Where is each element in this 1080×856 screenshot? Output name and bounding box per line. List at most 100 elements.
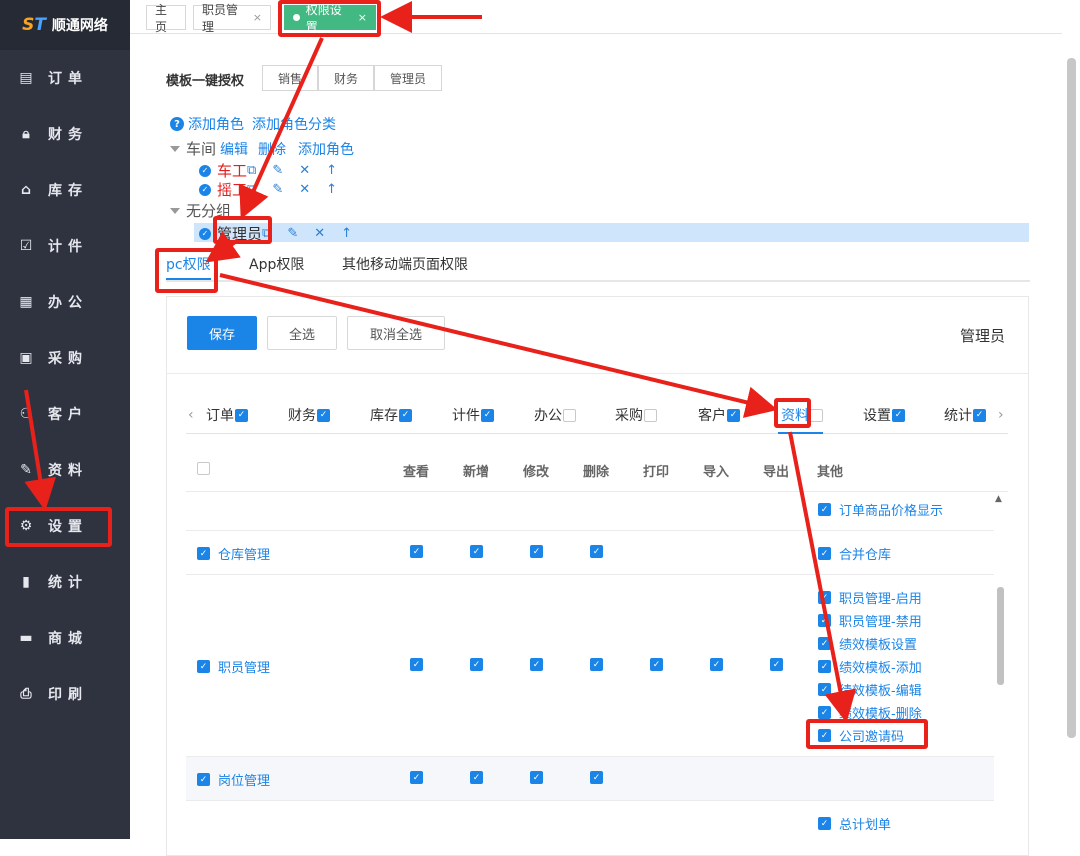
other-permission-checkbox[interactable]: ✓	[818, 660, 831, 673]
permission-checkbox[interactable]: ✓	[590, 545, 603, 558]
help-icon[interactable]: ?	[170, 117, 184, 131]
other-permission-checkbox[interactable]: ✓	[818, 706, 831, 719]
add-role-link[interactable]: 添加角色	[188, 114, 244, 134]
module-checkbox[interactable]: ✓	[481, 408, 494, 422]
module-tab-piecework[interactable]: 计件 ✓	[452, 405, 494, 425]
permission-checkbox[interactable]: ✓	[710, 658, 723, 671]
module-checkbox[interactable]	[644, 408, 657, 422]
chevron-right-icon[interactable]: ›	[998, 407, 1004, 423]
other-permission[interactable]: ✓ 绩效模板设置	[818, 634, 917, 653]
permission-checkbox[interactable]: ✓	[770, 658, 783, 671]
module-checkbox[interactable]: ✓	[892, 408, 905, 422]
sidebar-item-customer[interactable]: ⚇ 客户	[0, 394, 130, 434]
permission-checkbox[interactable]: ✓	[530, 545, 543, 558]
module-tab-inventory[interactable]: 库存 ✓	[370, 405, 412, 425]
add-role-category-link[interactable]: 添加角色分类	[252, 114, 336, 134]
module-tab-purchase[interactable]: 采购	[615, 405, 657, 425]
other-permission-checkbox[interactable]: ✓	[818, 547, 831, 560]
permission-checkbox[interactable]: ✓	[470, 658, 483, 671]
permission-checkbox[interactable]: ✓	[470, 771, 483, 784]
other-permission-checkbox[interactable]: ✓	[818, 817, 831, 830]
save-button[interactable]: 保存	[187, 316, 257, 350]
sidebar-item-purchase[interactable]: ▣ 采购	[0, 338, 130, 378]
module-tab-statistics[interactable]: 统计 ✓	[944, 405, 986, 425]
sidebar-item-statistics[interactable]: ▮ 统计	[0, 562, 130, 602]
sidebar-item-inventory[interactable]: ⌂ 库存	[0, 170, 130, 210]
module-tab-order[interactable]: 订单 ✓	[206, 405, 248, 425]
edit-group-link[interactable]: 编辑	[220, 139, 248, 159]
other-permission[interactable]: ✓ 职员管理-启用	[818, 588, 922, 607]
module-checkbox[interactable]	[810, 408, 823, 422]
sidebar-item-piecework[interactable]: ☑ 计件	[0, 226, 130, 266]
delete-icon[interactable]: ✕	[299, 182, 310, 197]
other-permission[interactable]: ✓ 总计划单	[818, 814, 891, 833]
template-finance-button[interactable]: 财务	[318, 65, 374, 91]
chevron-left-icon[interactable]: ‹	[188, 407, 194, 423]
permission-checkbox[interactable]: ✓	[590, 658, 603, 671]
close-icon[interactable]: ×	[253, 11, 262, 24]
module-tab-finance[interactable]: 财务 ✓	[288, 405, 330, 425]
copy-icon[interactable]: ⧉	[247, 163, 256, 178]
template-admin-button[interactable]: 管理员	[374, 65, 442, 91]
move-up-icon[interactable]: ↑	[326, 182, 337, 197]
permission-checkbox[interactable]: ✓	[470, 545, 483, 558]
sidebar-item-mall[interactable]: ▬ 商城	[0, 618, 130, 658]
role-name[interactable]: 摇工	[217, 179, 247, 200]
caret-down-icon[interactable]	[170, 145, 180, 152]
edit-icon[interactable]: ✎	[272, 163, 283, 178]
deselect-all-button[interactable]: 取消全选	[347, 316, 445, 350]
role-item[interactable]: ✓ 摇工 ⧉ ✎ ✕ ↑	[199, 179, 337, 200]
scroll-up-icon[interactable]: ▲	[995, 494, 1002, 504]
tab-app-permissions[interactable]: App权限	[249, 254, 304, 274]
row-checkbox[interactable]: ✓	[197, 773, 210, 786]
other-permission[interactable]: ✓ 职员管理-禁用	[818, 611, 922, 630]
other-permission[interactable]: ✓ 绩效模板-添加	[818, 657, 922, 676]
row-checkbox[interactable]: ✓	[197, 660, 210, 673]
move-up-icon[interactable]: ↑	[341, 226, 352, 241]
module-checkbox[interactable]: ✓	[973, 408, 986, 422]
delete-icon[interactable]: ✕	[314, 226, 325, 241]
table-row-name[interactable]: ✓ 仓库管理	[197, 544, 270, 563]
other-permission-checkbox[interactable]: ✓	[818, 637, 831, 650]
other-permission-checkbox[interactable]: ✓	[818, 591, 831, 604]
edit-icon[interactable]: ✎	[272, 182, 283, 197]
module-tab-office[interactable]: 办公	[534, 405, 576, 425]
other-permission[interactable]: ✓ 绩效模板-编辑	[818, 680, 922, 699]
tab-home[interactable]: 主页	[146, 3, 186, 34]
page-scroll-thumb[interactable]	[1067, 58, 1076, 738]
row-checkbox[interactable]: ✓	[197, 547, 210, 560]
tab-mobile-permissions[interactable]: 其他移动端页面权限	[342, 254, 468, 274]
tab-staff-management[interactable]: 职员管理 ×	[193, 3, 271, 34]
template-sales-button[interactable]: 销售	[262, 65, 318, 91]
permission-checkbox[interactable]: ✓	[530, 658, 543, 671]
caret-down-icon[interactable]	[170, 207, 180, 214]
other-permission-checkbox[interactable]: ✓	[818, 683, 831, 696]
add-role-in-group-link[interactable]: 添加角色	[298, 139, 354, 159]
role-item[interactable]: ✓ 车工 ⧉ ✎ ✕ ↑	[199, 160, 337, 181]
module-checkbox[interactable]: ✓	[317, 408, 330, 422]
other-permission-checkbox[interactable]: ✓	[818, 503, 831, 516]
table-row-name[interactable]: ✓ 岗位管理	[197, 770, 270, 789]
sidebar-item-office[interactable]: ▦ 办公	[0, 282, 130, 322]
delete-group-link[interactable]: 删除	[258, 139, 286, 159]
table-scroll-thumb[interactable]	[997, 587, 1004, 685]
other-permission[interactable]: ✓ 合并仓库	[818, 544, 891, 563]
permission-checkbox[interactable]: ✓	[650, 658, 663, 671]
module-tab-settings[interactable]: 设置 ✓	[863, 405, 905, 425]
module-checkbox[interactable]: ✓	[399, 408, 412, 422]
sidebar-item-finance[interactable]: 🔒︎ 财务	[0, 114, 130, 154]
delete-icon[interactable]: ✕	[299, 163, 310, 178]
module-checkbox[interactable]: ✓	[727, 408, 740, 422]
permission-checkbox[interactable]: ✓	[410, 658, 423, 671]
select-all-button[interactable]: 全选	[267, 316, 337, 350]
select-all-checkbox[interactable]	[197, 462, 210, 475]
permission-checkbox[interactable]: ✓	[590, 771, 603, 784]
edit-icon[interactable]: ✎	[287, 226, 298, 241]
sidebar-item-order[interactable]: ▤ 订单	[0, 58, 130, 98]
move-up-icon[interactable]: ↑	[326, 163, 337, 178]
role-name[interactable]: 车工	[217, 160, 247, 181]
permission-checkbox[interactable]: ✓	[530, 771, 543, 784]
permission-checkbox[interactable]: ✓	[410, 545, 423, 558]
table-row-name[interactable]: ✓ 职员管理	[197, 657, 270, 676]
module-tab-customer[interactable]: 客户 ✓	[698, 405, 740, 425]
